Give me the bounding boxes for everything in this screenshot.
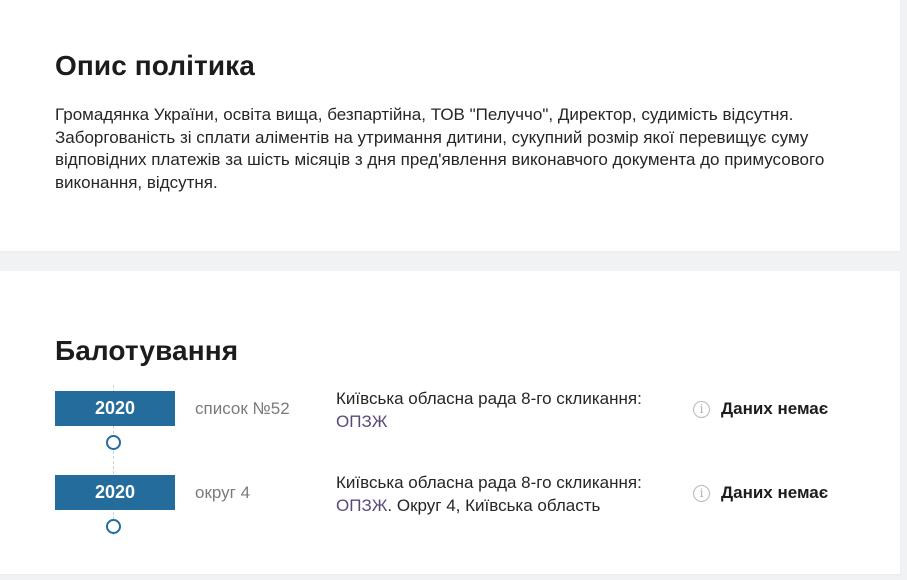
info-icon[interactable]: i <box>693 400 710 418</box>
timeline-dot <box>106 435 121 450</box>
ballot-heading: Балотування <box>55 335 239 366</box>
council-info: Київська обласна рада 8-го скликання: ОП… <box>336 472 681 517</box>
timeline-dot <box>106 519 121 534</box>
status: i Даних немає <box>693 399 828 419</box>
council-info: Київська обласна рада 8-го скликання: ОП… <box>336 388 681 433</box>
year-badge: 2020 <box>55 475 175 510</box>
description-heading: Опис політика <box>55 50 255 81</box>
ballot-entry: 2020 список №52 Київська обласна рада 8-… <box>0 388 900 458</box>
year-badge: 2020 <box>55 391 175 426</box>
description-text: Громадянка України, освіта вища, безпарт… <box>55 105 825 192</box>
status: i Даних немає <box>693 483 828 503</box>
status-text: Даних немає <box>721 399 829 418</box>
info-icon[interactable]: i <box>693 484 710 502</box>
party-link[interactable]: ОПЗЖ <box>336 412 387 431</box>
list-number: список №52 <box>195 399 290 418</box>
council-name: Київська обласна рада 8-го скликання: <box>336 389 642 408</box>
description-card: Опис політика Громадянка України, освіта… <box>0 0 900 251</box>
ballot-entry: 2020 округ 4 Київська обласна рада 8-го … <box>0 472 900 542</box>
status-text: Даних немає <box>721 483 829 502</box>
party-link[interactable]: ОПЗЖ <box>336 496 387 515</box>
district-suffix: . Округ 4, Київська область <box>387 495 601 515</box>
district-number: округ 4 <box>195 483 251 502</box>
council-name: Київська обласна рада 8-го скликання: <box>336 473 642 492</box>
